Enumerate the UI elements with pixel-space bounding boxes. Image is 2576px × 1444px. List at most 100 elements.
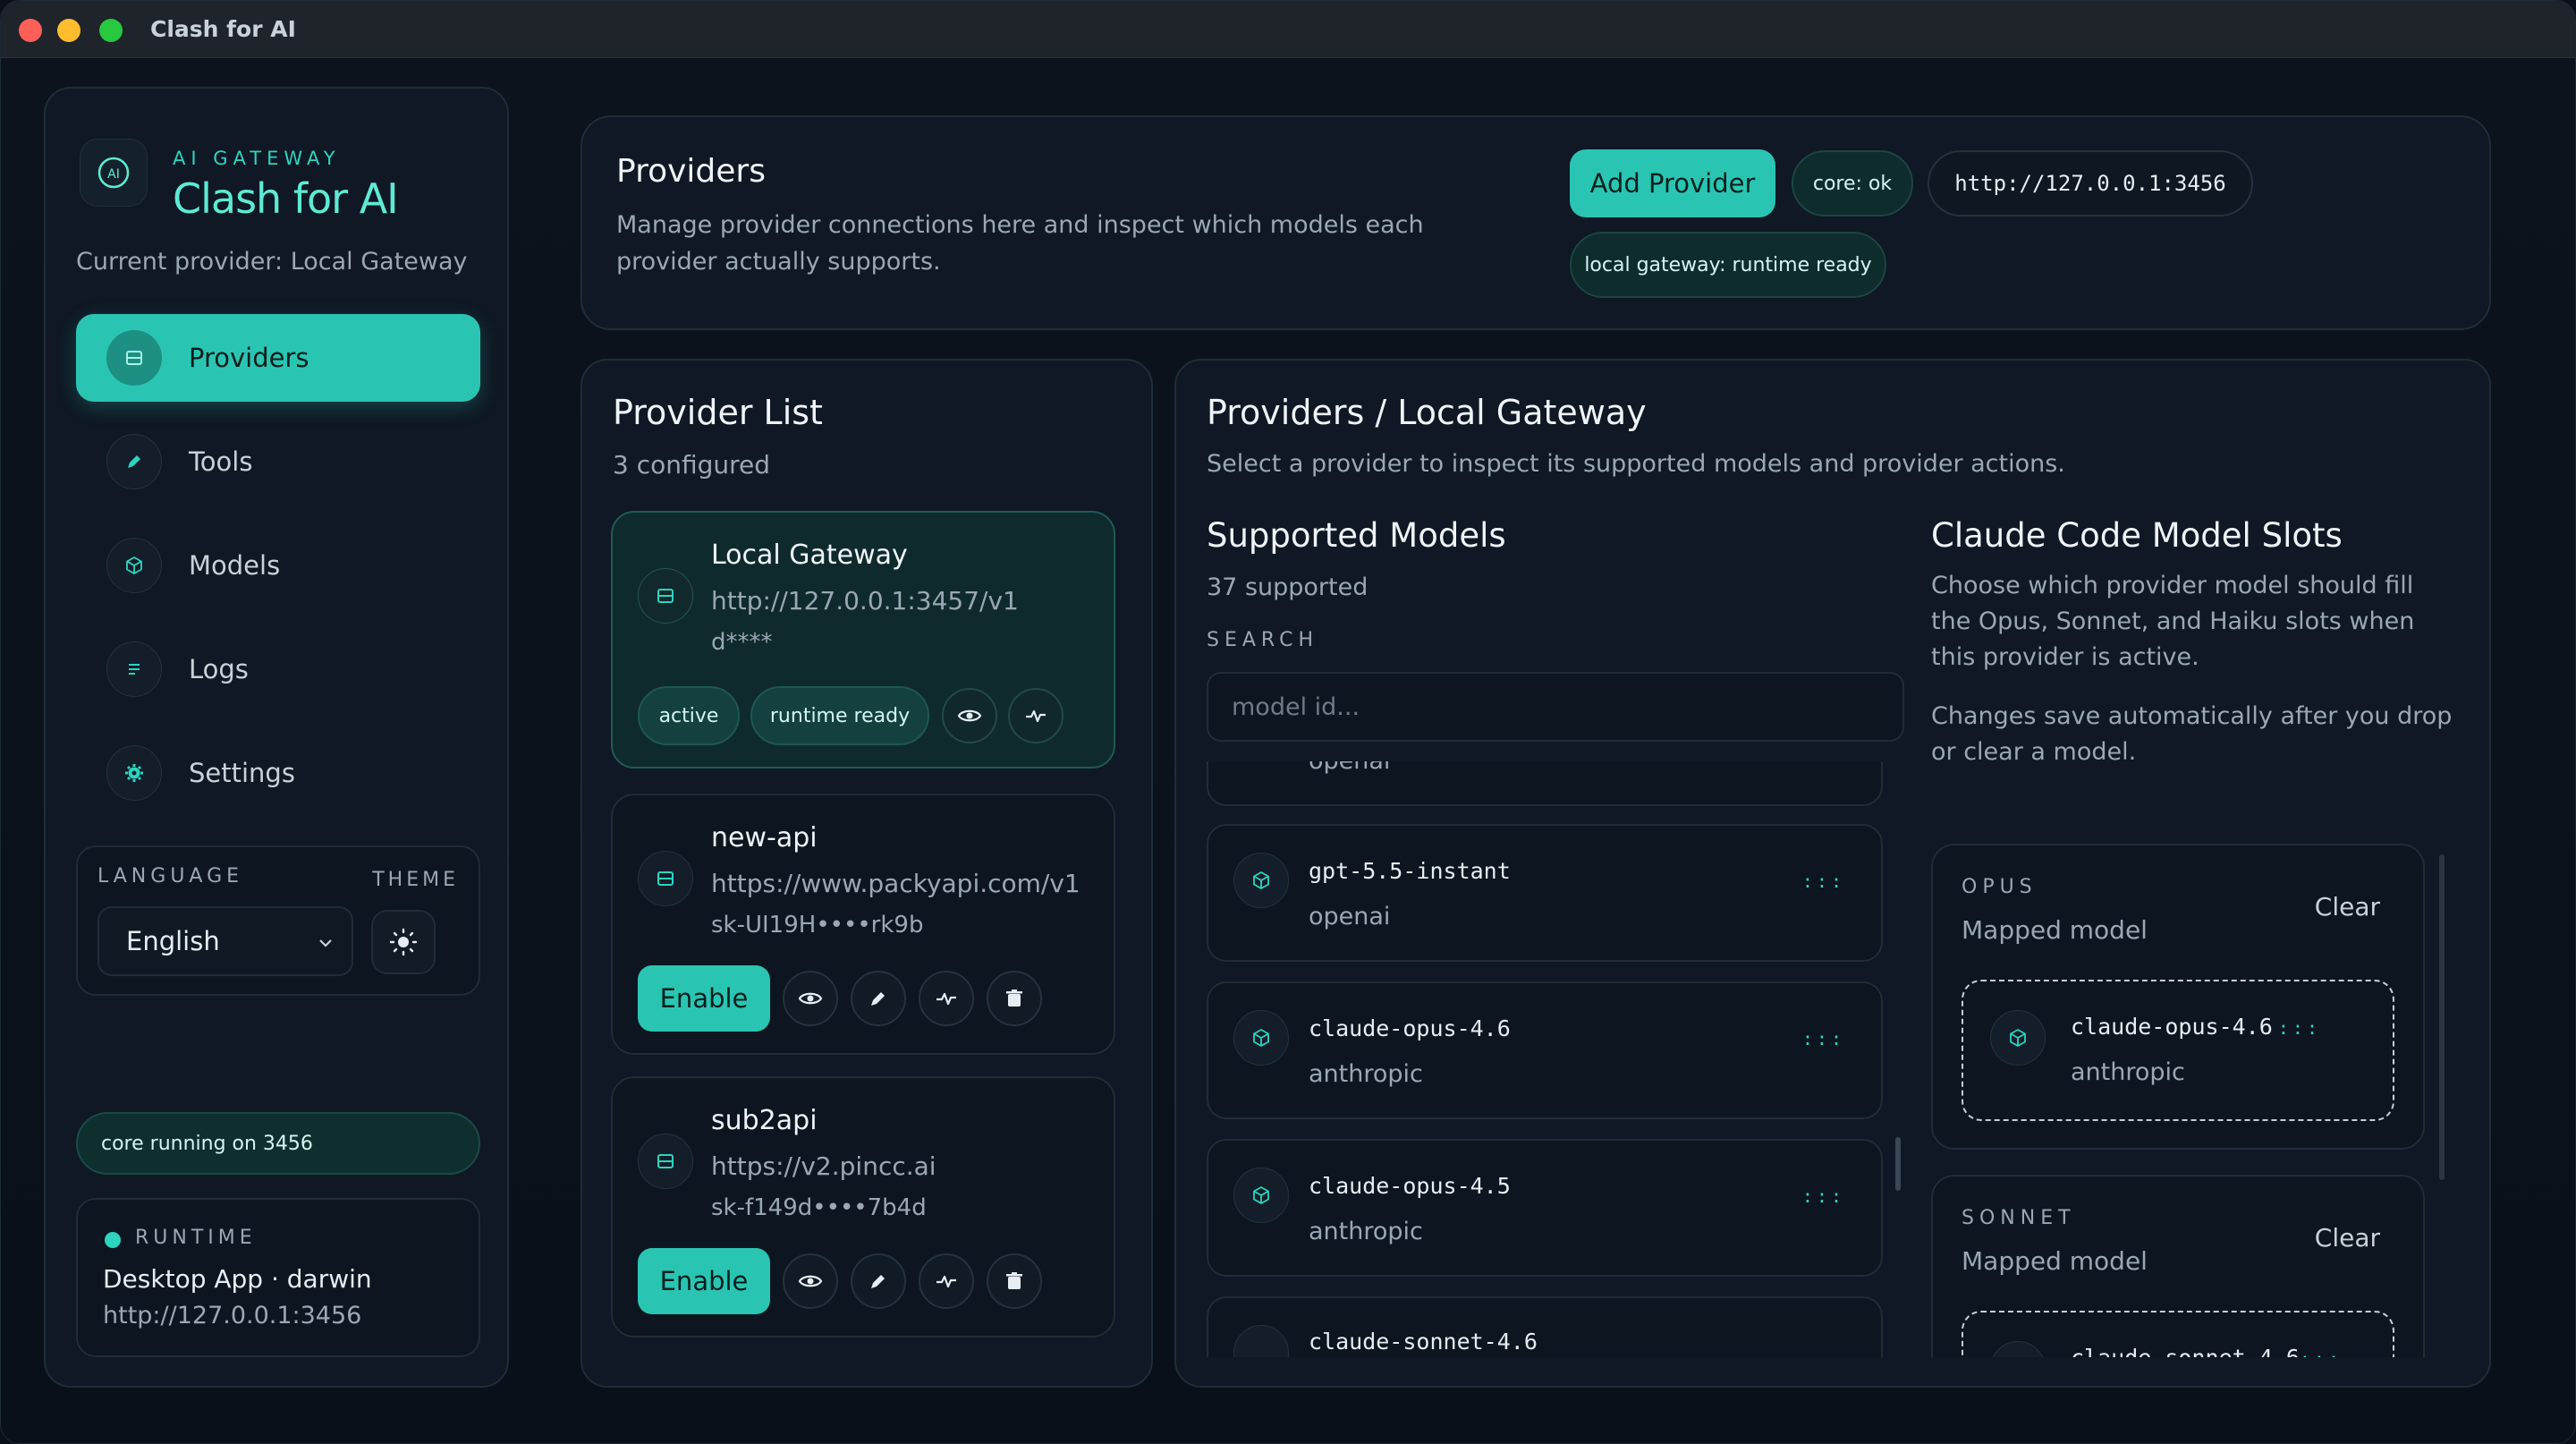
- add-provider-button[interactable]: Add Provider: [1570, 149, 1775, 217]
- slot-drop-zone[interactable]: claude-sonnet-4.6 anthropic :::: [1962, 1311, 2394, 1357]
- provider-url: https://www.packyapi.com/v1: [711, 869, 1080, 898]
- slot-mapped-label: Mapped model: [1962, 1246, 2148, 1276]
- slot-list-scrollbar[interactable]: [2439, 854, 2445, 1180]
- delete-provider-button[interactable]: [987, 1253, 1042, 1309]
- enable-button[interactable]: Enable: [638, 1248, 770, 1314]
- model-id: gpt-5.5-instant: [1309, 858, 1511, 884]
- eye-icon: [957, 709, 982, 722]
- cube-icon: [1990, 1341, 2046, 1357]
- language-select[interactable]: English: [97, 906, 353, 976]
- cube-icon: [1233, 1325, 1289, 1357]
- drag-handle-icon[interactable]: :::: [1802, 1185, 1845, 1207]
- enable-button[interactable]: Enable: [638, 965, 770, 1032]
- edit-provider-button[interactable]: [851, 971, 906, 1026]
- chevron-down-icon: [319, 939, 332, 947]
- provider-url: https://v2.pincc.ai: [711, 1151, 936, 1181]
- slot-mapped-label: Mapped model: [1962, 915, 2148, 945]
- nav-label: Logs: [189, 654, 249, 684]
- model-list-scrollbar[interactable]: [1895, 1137, 1901, 1191]
- active-badge: active: [638, 686, 740, 745]
- drag-handle-icon[interactable]: :::: [1802, 871, 1845, 892]
- provider-list-panel: Provider List 3 configured Local Gateway…: [580, 359, 1153, 1388]
- sidebar: AI AI GATEWAY Clash for AI Current provi…: [44, 87, 509, 1388]
- model-list[interactable]: openai gpt-5.5-instant openai ::: claude…: [1207, 761, 1886, 1357]
- view-models-button[interactable]: [783, 971, 838, 1026]
- minimize-window-button[interactable]: [57, 19, 80, 42]
- nav-item-settings[interactable]: Settings: [76, 729, 480, 817]
- theme-toggle-button[interactable]: [371, 910, 436, 974]
- model-id: claude-opus-4.6: [1309, 1015, 1511, 1041]
- slot-card-opus: OPUS Mapped model Clear claude-opus-4.6 …: [1931, 844, 2425, 1150]
- server-icon: [106, 330, 162, 386]
- cube-icon: [106, 538, 162, 593]
- runtime-status-dot: [105, 1232, 121, 1248]
- nav-item-models[interactable]: Models: [76, 522, 480, 609]
- nav-item-logs[interactable]: Logs: [76, 625, 480, 713]
- window-title: Clash for AI: [150, 16, 296, 42]
- model-provider: openai: [1309, 761, 1390, 775]
- slot-model-provider: anthropic: [2071, 1058, 2185, 1086]
- cube-icon: [1233, 1168, 1289, 1223]
- drag-handle-icon[interactable]: :::: [2278, 1017, 2321, 1039]
- model-slots-description: Choose which provider model should fill …: [1931, 572, 2415, 671]
- clear-slot-button[interactable]: Clear: [2315, 1223, 2380, 1253]
- eye-icon: [798, 1275, 823, 1287]
- runtime-label: RUNTIME: [135, 1227, 257, 1249]
- provider-detail-panel: Providers / Local Gateway Select a provi…: [1174, 359, 2491, 1388]
- model-provider: anthropic: [1309, 1218, 1423, 1245]
- model-card[interactable]: claude-opus-4.5 anthropic :::: [1207, 1139, 1883, 1277]
- brand-eyebrow: AI GATEWAY: [173, 148, 341, 169]
- core-ok-badge: core: ok: [1792, 150, 1913, 217]
- provider-list-title: Provider List: [613, 393, 823, 432]
- model-card[interactable]: claude-sonnet-4.6: [1207, 1296, 1883, 1357]
- brand-name: Clash for AI: [173, 174, 399, 223]
- model-search-input[interactable]: [1207, 672, 1904, 742]
- server-icon: [638, 1134, 693, 1189]
- server-icon: [638, 851, 693, 906]
- detail-description: Select a provider to inspect its support…: [1207, 450, 2065, 478]
- language-theme-card: LANGUAGE THEME English: [76, 845, 480, 996]
- clear-slot-button[interactable]: Clear: [2315, 892, 2380, 922]
- provider-card-local-gateway[interactable]: Local Gateway http://127.0.0.1:3457/v1 d…: [611, 511, 1115, 769]
- health-check-button[interactable]: [919, 971, 974, 1026]
- eye-icon: [798, 992, 823, 1005]
- view-models-button[interactable]: [942, 688, 997, 743]
- supported-models-count: 37 supported: [1207, 573, 1368, 601]
- provider-card-sub2api[interactable]: sub2api https://v2.pincc.ai sk-f149d••••…: [611, 1076, 1115, 1338]
- close-window-button[interactable]: [19, 19, 42, 42]
- endpoint-badge: http://127.0.0.1:3456: [1928, 150, 2253, 217]
- nav-label: Tools: [189, 446, 253, 477]
- model-slots-title: Claude Code Model Slots: [1931, 516, 2343, 555]
- runtime-app: Desktop App · darwin: [103, 1264, 372, 1294]
- zoom-window-button[interactable]: [99, 19, 123, 42]
- drag-handle-icon[interactable]: :::: [2300, 1348, 2343, 1357]
- slot-list[interactable]: OPUS Mapped model Clear claude-opus-4.6 …: [1931, 844, 2468, 1357]
- sun-icon: [389, 928, 418, 956]
- nav-item-tools[interactable]: Tools: [76, 418, 480, 505]
- search-label: SEARCH: [1207, 629, 1319, 651]
- gear-icon: [106, 745, 162, 801]
- nav-item-providers[interactable]: Providers: [76, 314, 480, 402]
- language-label: LANGUAGE: [97, 865, 244, 888]
- activity-icon: [936, 992, 956, 1006]
- delete-provider-button[interactable]: [987, 971, 1042, 1026]
- pencil-icon: [871, 1275, 885, 1288]
- edit-provider-button[interactable]: [851, 1253, 906, 1309]
- slot-drop-zone[interactable]: claude-opus-4.6 anthropic :::: [1962, 980, 2394, 1121]
- view-models-button[interactable]: [783, 1253, 838, 1309]
- cube-icon: [1990, 1010, 2046, 1066]
- provider-name: sub2api: [711, 1105, 818, 1136]
- drag-handle-icon[interactable]: :::: [1802, 1028, 1845, 1049]
- page-description: Manage provider connections here and ins…: [616, 211, 1424, 276]
- provider-url: http://127.0.0.1:3457/v1: [711, 586, 1019, 616]
- model-card[interactable]: claude-opus-4.6 anthropic :::: [1207, 981, 1883, 1119]
- model-card[interactable]: gpt-5.5-instant openai :::: [1207, 824, 1883, 962]
- model-card[interactable]: openai: [1207, 761, 1883, 806]
- provider-name: Local Gateway: [711, 539, 908, 571]
- provider-key: sk-UI19H••••rk9b: [711, 912, 924, 939]
- health-check-button[interactable]: [1008, 688, 1063, 743]
- nav-label: Models: [189, 550, 281, 581]
- nav-label: Settings: [189, 758, 295, 788]
- provider-card-new-api[interactable]: new-api https://www.packyapi.com/v1 sk-U…: [611, 794, 1115, 1055]
- health-check-button[interactable]: [919, 1253, 974, 1309]
